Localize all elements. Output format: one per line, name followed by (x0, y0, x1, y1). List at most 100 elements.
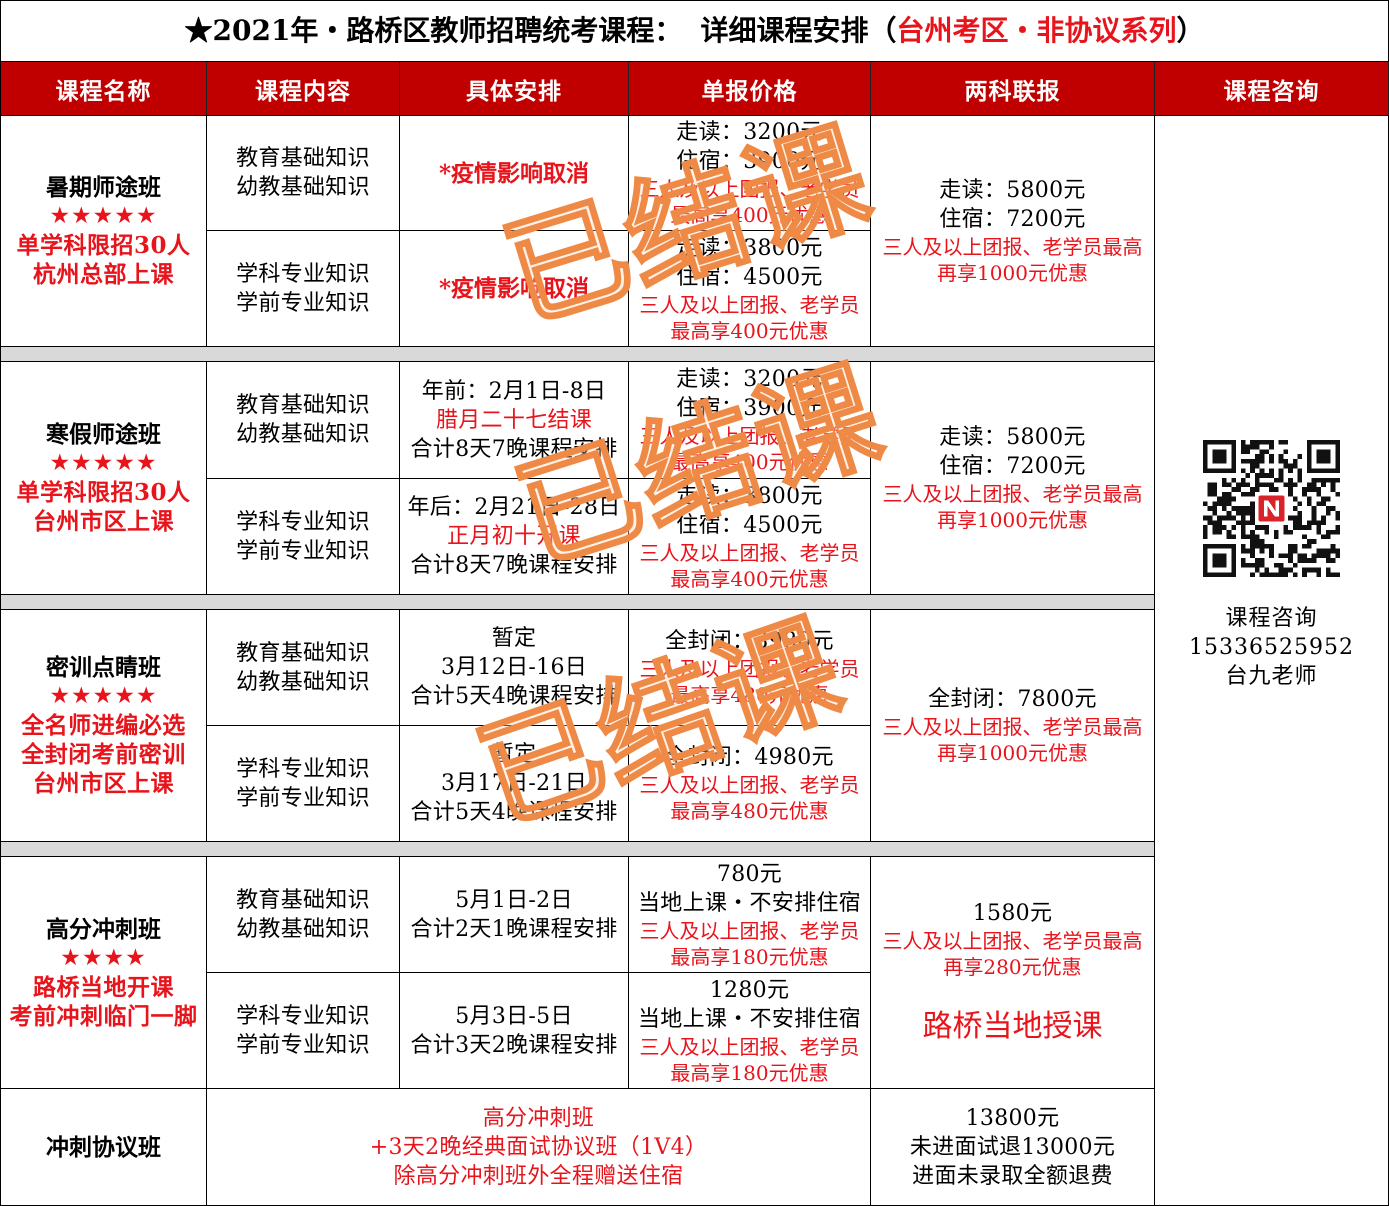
course-note: 杭州总部上课 (33, 261, 174, 288)
combo-price-line: 走读：5800元 (939, 425, 1086, 450)
content-line: 学科专业知识 (236, 756, 370, 782)
course-content-cell: 学科专业知识 学前专业知识 (207, 726, 400, 842)
course-note: 单学科限招30人 (16, 232, 191, 259)
combo-discount-line: 三人及以上团报、老学员最高 (882, 482, 1143, 506)
discount-line: 最高享180元优惠 (670, 1060, 829, 1085)
discount-line: 三人及以上团报、老学员 (639, 540, 860, 565)
course-name-cell: 高分冲刺班 ★★★★ 路桥当地开课 考前冲刺临门一脚 (1, 857, 207, 1089)
combo-price-line: 全封闭：7800元 (928, 687, 1097, 712)
single-price-cell: 走读：3800元 住宿：4500元 三人及以上团报、老学员 最高享400元优惠 (629, 479, 871, 595)
title-exam-area: 台州考区・非协议系列 (896, 14, 1177, 47)
course-note: 全名师进编必选 (21, 712, 186, 739)
qr-code-graphic (1203, 440, 1340, 577)
discount-line: 最高享400元优惠 (670, 318, 829, 343)
title-close: ） (1176, 14, 1205, 47)
price-line: 住宿：3900元 (676, 396, 823, 421)
discount-line: 最高享400元优惠 (670, 566, 829, 591)
course-name-cell: 寒假师途班 ★★★★★ 单学科限招30人 台州市区上课 (1, 362, 207, 595)
header-combo-price: 两科联报 (871, 62, 1155, 116)
combo-price-line: 走读：5800元 (939, 178, 1086, 203)
discount-line: 三人及以上团报、老学员 (639, 424, 860, 448)
schedule-line: 合计5天4晚课程安排 (410, 684, 618, 709)
content-line: 学科专业知识 (236, 1003, 370, 1029)
course-name-cell: 冲刺协议班 (1, 1089, 207, 1206)
combo-price-line: 住宿：7200元 (939, 454, 1086, 479)
course-note: 考前冲刺临门一脚 (9, 1002, 198, 1030)
price-line: 当地上课・不安排住宿 (637, 890, 861, 916)
protocol-detail-line: 除高分冲刺班外全程赠送住宿 (393, 1163, 684, 1189)
content-line: 教育基础知识 (236, 640, 370, 666)
price-line: 住宿：3900元 (676, 149, 823, 174)
course-content-cell: 学科专业知识 学前专业知识 (207, 973, 400, 1089)
price-line: 780元 (716, 861, 783, 887)
price-line: 全封闭：4980元 (665, 745, 834, 770)
course-note: 台州市区上课 (33, 508, 174, 535)
local-class-highlight: 路桥当地授课 (922, 1008, 1103, 1044)
combo-price-cell: 全封闭：7800元 三人及以上团报、老学员最高 再享1000元优惠 (871, 610, 1155, 842)
price-line: 走读：3800元 (676, 235, 823, 261)
schedule-cell: 5月3日-5日 合计3天2晚课程安排 (400, 973, 629, 1089)
schedule-line: 暂定 (491, 742, 537, 767)
schedule-line: *疫情影响取消 (438, 275, 590, 302)
schedule-cell: *疫情影响取消 (400, 231, 629, 347)
combo-discount-line: 再享1000元优惠 (937, 508, 1088, 532)
consult-label: 课程咨询 (1225, 606, 1318, 631)
schedule-line: 合计8天7晚课程安排 (410, 553, 618, 578)
rating-stars: ★★★★★ (49, 203, 158, 229)
schedule-cell: 暂定 3月12日-16日 合计5天4晚课程安排 (400, 610, 629, 726)
section-divider (1, 595, 1155, 610)
single-price-cell: 走读：3200元 住宿：3900元 三人及以上团报、老学员 最高享400元优惠 (629, 362, 871, 479)
schedule-line: 5月3日-5日 (455, 1003, 573, 1029)
combo-price-cell: 走读：5800元 住宿：7200元 三人及以上团报、老学员最高 再享1000元优… (871, 362, 1155, 595)
discount-line: 最高享400元优惠 (670, 450, 829, 474)
course-schedule-table: ★2021年・路桥区教师招聘统考课程： 详细课程安排（ 台州考区・非协议系列 ）… (0, 0, 1389, 1206)
content-line: 幼教基础知识 (236, 669, 370, 695)
discount-line: 三人及以上团报、老学员 (639, 292, 860, 317)
course-name-cell: 暑期师途班 ★★★★★ 单学科限招30人 杭州总部上课 (1, 116, 207, 347)
rating-stars: ★★★★★ (49, 450, 158, 476)
price-line: 当地上课・不安排住宿 (637, 1006, 861, 1032)
combo-discount-line: 三人及以上团报、老学员最高 (882, 715, 1143, 739)
course-name: 密训点睛班 (46, 654, 161, 681)
course-content-cell: 学科专业知识 学前专业知识 (207, 479, 400, 595)
schedule-cell: 年前：2月1日-8日 腊月二十七结课 合计8天7晚课程安排 (400, 362, 629, 479)
content-line: 教育基础知识 (236, 887, 370, 913)
schedule-line: 合计5天4晚课程安排 (410, 800, 618, 825)
course-note: 单学科限招30人 (16, 479, 191, 506)
rating-stars: ★★★★ (60, 944, 147, 971)
discount-line: 三人及以上团报、老学员 (639, 177, 860, 201)
discount-line: 最高享400元优惠 (670, 203, 829, 227)
schedule-line: 年后：2月21日-28日 (407, 495, 621, 520)
combo-price-line: 1580元 (972, 900, 1053, 926)
content-line: 学科专业知识 (236, 509, 370, 535)
schedule-line: 3月17日-21日 (440, 771, 588, 796)
price-line: 1280元 (709, 977, 790, 1003)
course-content-cell: 教育基础知识 幼教基础知识 (207, 610, 400, 726)
schedule-line: 年前：2月1日-8日 (421, 378, 607, 404)
schedule-line: 合计3天2晚课程安排 (410, 1032, 618, 1058)
combo-price-line: 住宿：7200元 (939, 207, 1086, 232)
schedule-cell: 5月1日-2日 合计2天1晚课程安排 (400, 857, 629, 973)
content-line: 学前专业知识 (236, 785, 370, 811)
consult-phone: 15336525952 (1189, 635, 1354, 660)
combo-discount-line: 三人及以上团报、老学员最高 (882, 928, 1143, 953)
content-line: 学前专业知识 (236, 1032, 370, 1058)
title-detail: 详细课程安排（ (700, 14, 897, 47)
content-line: 学前专业知识 (236, 538, 370, 564)
course-name: 寒假师途班 (46, 421, 161, 448)
schedule-line: 合计2天1晚课程安排 (410, 916, 618, 942)
header-course-name: 课程名称 (1, 62, 207, 116)
discount-line: 三人及以上团报、老学员 (639, 1034, 860, 1059)
price-line: 住宿：4500元 (676, 264, 823, 290)
content-line: 教育基础知识 (236, 146, 370, 171)
course-name: 暑期师途班 (46, 174, 161, 201)
table-title: ★2021年・路桥区教师招聘统考课程： 详细课程安排（ 台州考区・非协议系列 ） (1, 1, 1389, 62)
course-name-cell: 密训点睛班 ★★★★★ 全名师进编必选 全封闭考前密训 台州市区上课 (1, 610, 207, 842)
schedule-cell: 年后：2月21日-28日 正月初十开课 合计8天7晚课程安排 (400, 479, 629, 595)
combo-discount-line: 再享280元优惠 (943, 954, 1082, 979)
header-consult: 课程咨询 (1155, 62, 1389, 116)
schedule-line: 暂定 (491, 626, 537, 651)
content-line: 幼教基础知识 (236, 422, 370, 447)
content-line: 幼教基础知识 (236, 916, 370, 942)
header-single-price: 单报价格 (629, 62, 871, 116)
